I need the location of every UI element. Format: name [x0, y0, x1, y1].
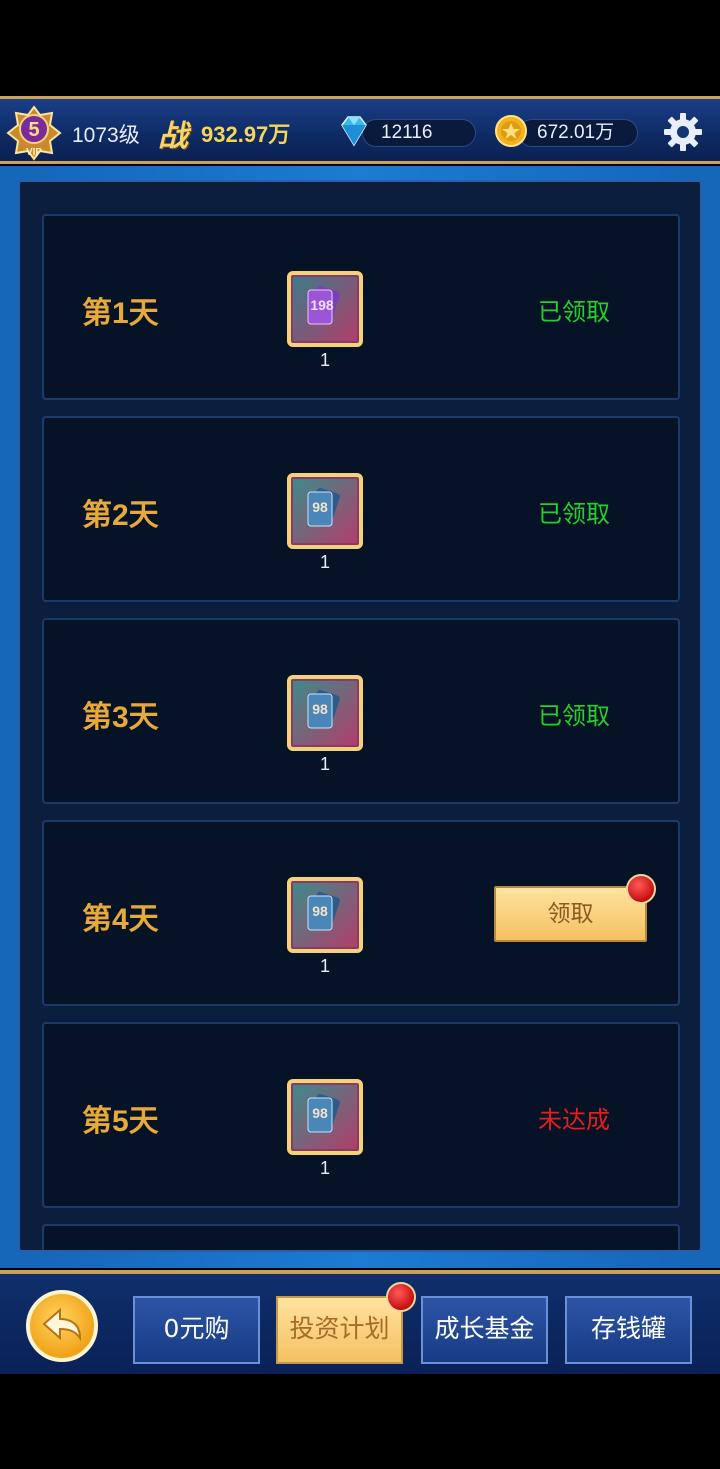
diamond-count: 12116 — [381, 122, 433, 143]
item-quantity: 1 — [319, 350, 330, 370]
bottom-nav: 0元购 投资计划 成长基金 存钱罐 — [0, 1270, 720, 1374]
diamond-icon — [341, 116, 367, 147]
reward-row-partial — [42, 1224, 680, 1250]
card-item-icon[interactable]: 98 — [286, 1078, 364, 1156]
day-label: 第5天 — [82, 1105, 159, 1138]
claimed-status: 已领取 — [538, 703, 610, 730]
tab-piggy-bank[interactable]: 存钱罐 — [565, 1296, 692, 1364]
player-level: 1073级 — [72, 124, 140, 147]
reward-row-day-3: 第3天 98 1 已领取 — [42, 618, 680, 804]
card-item-icon[interactable]: 98 — [286, 674, 364, 752]
day-label: 第1天 — [82, 297, 159, 330]
day-label: 第4天 — [82, 903, 159, 936]
tab-zero-yuan-purchase[interactable]: 0元购 — [133, 1296, 260, 1364]
item-quantity: 1 — [319, 1158, 330, 1178]
reward-row-day-1: 第1天 198 1 已领取 — [42, 214, 680, 400]
claim-button[interactable]: 领取 — [494, 886, 647, 942]
power-label: 战 — [158, 120, 188, 153]
item-value: 98 — [312, 701, 328, 717]
vip-label-text: VIP — [26, 147, 42, 158]
card-item-icon[interactable]: 98 — [286, 876, 364, 954]
combat-power: 932.97万 — [201, 122, 291, 147]
item-quantity: 1 — [319, 552, 330, 572]
red-dot-icon — [386, 1282, 416, 1312]
reward-row-day-5: 第5天 98 1 未达成 — [42, 1022, 680, 1208]
gold-count: 672.01万 — [537, 122, 615, 143]
claimed-status: 已领取 — [538, 299, 610, 326]
day-label: 第2天 — [82, 499, 159, 532]
item-value: 98 — [312, 499, 328, 515]
card-item-icon[interactable]: 198 — [286, 270, 364, 348]
item-value: 98 — [312, 903, 328, 919]
investment-plan-screen: 5 VIP 1073级 战 932.97万 12116 672.01万 第1天 … — [0, 0, 720, 1469]
item-quantity: 1 — [319, 956, 330, 976]
reward-list[interactable]: 第1天 198 1 已领取 第2天 98 1 已领取 第3天 98 1 已领取 … — [18, 180, 702, 1252]
gold-balance: 672.01万 — [518, 119, 638, 147]
card-item-icon[interactable]: 98 — [286, 472, 364, 550]
reward-row-day-4: 第4天 98 1 领取 — [42, 820, 680, 1006]
vip-badge-icon[interactable]: 5 VIP — [6, 105, 62, 161]
vip-level-text: 5 — [28, 119, 39, 141]
red-dot-icon — [626, 874, 656, 904]
settings-gear-icon[interactable] — [662, 111, 704, 153]
claimed-status: 已领取 — [538, 501, 610, 528]
reward-row-day-2: 第2天 98 1 已领取 — [42, 416, 680, 602]
back-button[interactable] — [26, 1290, 98, 1362]
day-label: 第3天 — [82, 701, 159, 734]
gold-coin-icon — [495, 115, 527, 147]
tab-growth-fund[interactable]: 成长基金 — [421, 1296, 548, 1364]
not-reached-status: 未达成 — [538, 1107, 610, 1134]
tab-investment-plan[interactable]: 投资计划 — [276, 1296, 403, 1364]
item-quantity: 1 — [319, 754, 330, 774]
item-value: 98 — [312, 1105, 328, 1121]
back-arrow-icon — [42, 1307, 82, 1342]
top-status-bar: 5 VIP 1073级 战 932.97万 12116 672.01万 — [0, 96, 720, 164]
item-value: 198 — [310, 297, 334, 313]
diamond-balance: 12116 — [362, 119, 476, 147]
